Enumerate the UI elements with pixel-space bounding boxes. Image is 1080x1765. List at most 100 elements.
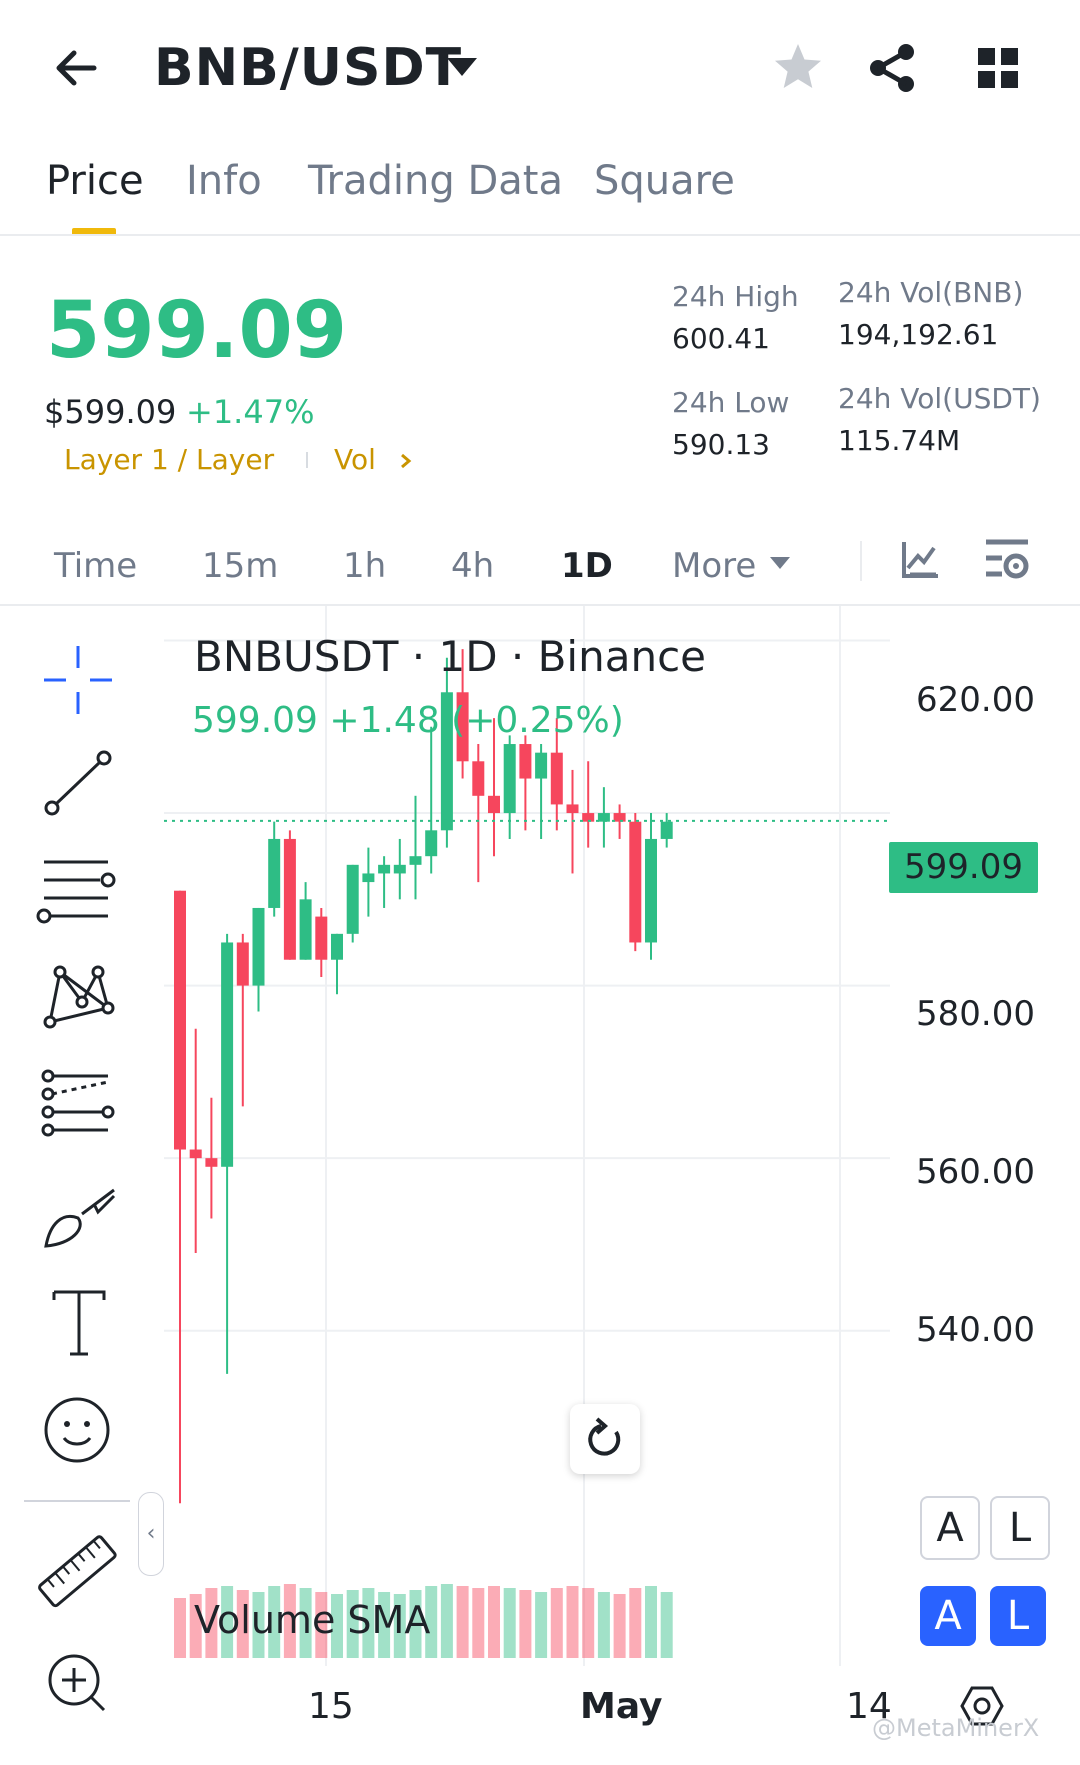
y-axis-label-620: 620.00 [916, 680, 1035, 720]
candle-body [503, 744, 516, 814]
volume-bar [629, 1588, 642, 1658]
chart-ohlc-summary: 599.09 +1.48 (+0.25%) [192, 700, 624, 741]
24h-high-label: 24h High [672, 280, 799, 313]
candle-body [268, 838, 281, 908]
brush-icon[interactable] [32, 1168, 128, 1258]
candle-body [331, 933, 343, 960]
watermark: @MetaMinerX [872, 1714, 1040, 1742]
trading-pair-title[interactable]: BNB/USDT [154, 38, 462, 98]
candle-body [205, 1158, 218, 1167]
tab-info[interactable]: Info [186, 158, 262, 204]
interval-1h[interactable]: 1h [343, 546, 386, 586]
log-scale-button[interactable]: L [990, 1496, 1050, 1560]
24h-low-label: 24h Low [672, 386, 790, 419]
horizontal-lines-icon[interactable] [32, 846, 128, 936]
x-axis-label-15: 15 [308, 1686, 354, 1727]
chart-settings-icon[interactable] [982, 534, 1038, 590]
fibonacci-tool-icon[interactable] [32, 1060, 128, 1150]
tabs-divider [0, 234, 1080, 236]
volume-bar [440, 1584, 453, 1658]
volume-bar [550, 1588, 563, 1658]
candle-body [535, 752, 548, 779]
emoji-icon[interactable] [32, 1386, 128, 1476]
interval-time[interactable]: Time [54, 546, 137, 586]
vol-tag-link[interactable]: Vol [334, 443, 376, 476]
candle-body [472, 761, 485, 796]
tab-trading-data[interactable]: Trading Data [308, 158, 563, 204]
interval-4h[interactable]: 4h [451, 546, 494, 586]
zoom-in-icon[interactable] [32, 1640, 128, 1730]
candle-body [409, 856, 422, 865]
collapse-toolbar-tab[interactable]: ‹ [138, 1492, 164, 1576]
price-change-percent: +1.47% [186, 393, 315, 431]
y-axis-label-540: 540.00 [916, 1310, 1035, 1350]
pattern-tool-icon[interactable] [32, 950, 128, 1040]
candle-body [221, 942, 234, 1167]
candle-body [174, 890, 186, 1150]
volume-bar [456, 1586, 469, 1658]
volume-sma-label: Volume SMA [194, 1598, 431, 1642]
grid-menu-icon[interactable] [968, 38, 1028, 98]
candle-body [236, 942, 249, 986]
favorite-star-icon[interactable] [768, 38, 828, 98]
interval-1d[interactable]: 1D [561, 546, 613, 586]
candle-body [550, 752, 563, 805]
volume-bar [174, 1598, 186, 1658]
candle-body [393, 864, 406, 874]
candle-body [283, 838, 296, 960]
volume-bar [535, 1592, 548, 1658]
candle-body [645, 838, 657, 943]
candle-body [629, 821, 642, 943]
candle-body [189, 1149, 202, 1159]
interval-15m[interactable]: 15m [202, 546, 278, 586]
interval-separator [860, 541, 862, 581]
tag-separator [306, 452, 308, 468]
volume-bar [519, 1590, 532, 1658]
candle-body [346, 864, 359, 934]
chevron-right-icon[interactable] [398, 443, 414, 486]
candle-body [660, 821, 673, 839]
candle-body [566, 804, 579, 814]
trend-line-icon[interactable] [32, 738, 128, 828]
chart-title: BNBUSDT · 1D · Binance [194, 632, 706, 681]
volume-bar [582, 1588, 595, 1658]
interval-more[interactable]: More [672, 546, 756, 586]
24h-vol-quote-label: 24h Vol(USDT) [838, 382, 1041, 415]
24h-vol-base-label: 24h Vol(BNB) [838, 276, 1024, 309]
volume-bar [488, 1586, 500, 1658]
ruler-icon[interactable] [32, 1526, 128, 1616]
volume-bar [503, 1588, 516, 1658]
more-caret-icon[interactable] [770, 557, 790, 569]
crosshair-icon[interactable] [32, 636, 128, 726]
indicators-chart-icon[interactable] [896, 536, 944, 584]
24h-vol-quote-value: 115.74M [838, 424, 961, 457]
candle-body [488, 795, 500, 814]
volume-bar [660, 1592, 673, 1658]
candle-body [252, 907, 265, 986]
candle-body [597, 813, 610, 822]
volume-log-scale-button[interactable]: L [990, 1586, 1046, 1646]
volume-auto-scale-button[interactable]: A [920, 1586, 976, 1646]
volume-bar [472, 1588, 485, 1658]
y-axis-label-560: 560.00 [916, 1152, 1035, 1192]
volume-bar [613, 1594, 626, 1658]
auto-scale-button[interactable]: A [920, 1496, 980, 1560]
category-tag-link[interactable]: Layer 1 / Layer [64, 443, 274, 476]
share-icon[interactable] [862, 38, 922, 98]
pair-dropdown-caret-icon[interactable] [447, 58, 477, 76]
tab-square[interactable]: Square [594, 158, 735, 204]
candle-body [519, 744, 532, 779]
candle-body [425, 830, 438, 857]
candle-body [378, 864, 391, 874]
tab-price[interactable]: Price [46, 158, 144, 204]
24h-low-value: 590.13 [672, 428, 770, 461]
volume-bar [645, 1586, 657, 1658]
reset-chart-button[interactable] [570, 1404, 640, 1474]
candle-body [613, 813, 626, 822]
last-price: 599.09 [46, 286, 347, 376]
volume-bar [597, 1592, 610, 1658]
volume-bar [566, 1586, 579, 1658]
text-tool-icon[interactable] [32, 1278, 128, 1368]
usd-price: $599.09 [44, 393, 177, 431]
back-arrow-icon[interactable] [48, 40, 104, 96]
